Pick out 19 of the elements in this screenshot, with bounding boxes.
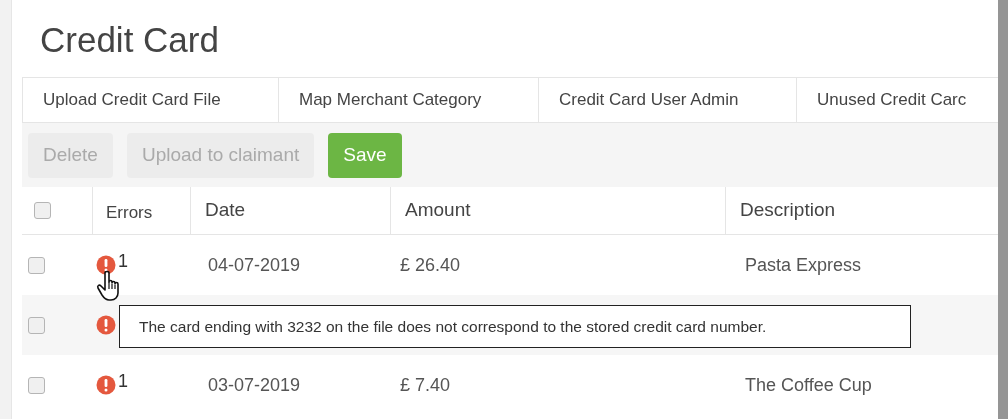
description-cell-text: Pasta Express — [745, 253, 862, 277]
date-cell-text: 04-07-2019 — [208, 253, 301, 277]
amount-cell-text: £ 7.40 — [400, 373, 451, 397]
error-count: 1 — [118, 249, 128, 273]
checkbox[interactable] — [28, 376, 45, 394]
page-title: Credit Card — [40, 22, 219, 57]
description-cell-text: The Coffee Cup — [745, 373, 872, 397]
column-header: Description — [740, 198, 836, 223]
date-cell-text: 03-07-2019 — [208, 373, 301, 397]
column-header: Errors — [106, 201, 153, 224]
column-header: Date — [205, 198, 246, 223]
column-header: Amount — [405, 198, 471, 223]
error-icon[interactable] — [96, 255, 116, 275]
checkbox[interactable] — [28, 256, 45, 274]
amount-cell-text: £ 26.40 — [400, 253, 461, 277]
tooltip: The card ending with 3232 on the file does not correspond to the stored credit card number. — [119, 305, 911, 348]
checkbox[interactable] — [28, 316, 45, 334]
error-count: 1 — [118, 369, 128, 393]
checkbox[interactable] — [34, 202, 51, 219]
